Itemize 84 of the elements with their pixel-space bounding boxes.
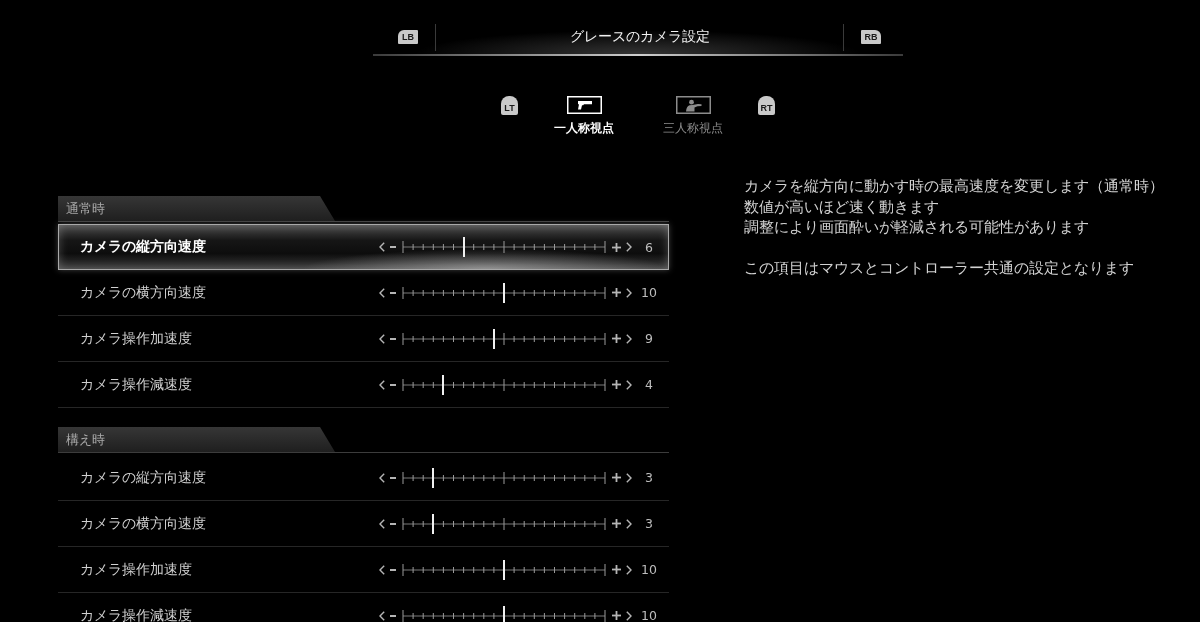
description-text: この項目はマウスとコントローラー共通の設定となります — [744, 258, 1135, 279]
plus-icon — [612, 519, 621, 528]
slider-thumb[interactable] — [442, 374, 445, 395]
chevron-right-icon — [626, 287, 632, 298]
slider-track[interactable] — [402, 559, 606, 580]
view-tab[interactable]: 三人称視点 — [658, 96, 728, 135]
setting-value: 3 — [644, 470, 654, 485]
setting-row[interactable]: カメラの縦方向速度 6 — [58, 224, 669, 270]
slider-track[interactable] — [402, 237, 606, 257]
chevron-left-icon — [379, 610, 385, 621]
setting-label: カメラの縦方向速度 — [80, 468, 207, 487]
chevron-right-icon — [626, 242, 632, 252]
slider-thumb[interactable] — [492, 328, 495, 349]
plus-icon — [612, 288, 621, 297]
setting-value: 3 — [644, 516, 654, 531]
slider-thumb[interactable] — [432, 467, 435, 488]
plus-icon — [612, 565, 621, 574]
slider-track[interactable] — [402, 467, 606, 488]
setting-value: 10 — [640, 562, 658, 577]
slider-track[interactable] — [402, 282, 606, 303]
setting-label: カメラの縦方向速度 — [80, 238, 207, 256]
slider-thumb[interactable] — [432, 513, 435, 534]
controller-button-hint: RB — [861, 30, 881, 44]
setting-row[interactable]: カメラ操作減速度 10 — [58, 593, 669, 622]
slider-thumb[interactable] — [462, 237, 465, 257]
chevron-right-icon — [626, 379, 632, 390]
chevron-right-icon — [626, 610, 632, 621]
setting-label: カメラの横方向速度 — [80, 283, 207, 302]
setting-row[interactable]: カメラの縦方向速度 3 — [58, 455, 669, 501]
setting-label: カメラ操作減速度 — [80, 375, 193, 394]
view-tab[interactable]: 一人称視点 — [549, 96, 619, 135]
chevron-left-icon — [379, 379, 385, 390]
description-text: 調整により画面酔いが軽減される可能性があります — [744, 217, 1090, 238]
slider-track[interactable] — [402, 374, 606, 395]
controller-button-hint: LT — [501, 96, 518, 115]
setting-label: カメラ操作減速度 — [80, 606, 193, 622]
chevron-right-icon — [626, 564, 632, 575]
setting-row[interactable]: カメラ操作加速度 10 — [58, 547, 669, 593]
minus-icon — [390, 337, 396, 340]
setting-row[interactable]: カメラの横方向速度 3 — [58, 501, 669, 547]
minus-icon — [390, 291, 396, 294]
chevron-left-icon — [379, 242, 385, 252]
chevron-right-icon — [626, 333, 632, 344]
plus-icon — [612, 473, 621, 482]
setting-row[interactable]: カメラ操作減速度 4 — [58, 362, 669, 408]
description-text: カメラを縦方向に動かす時の最高速度を変更します（通常時） — [744, 176, 1164, 197]
setting-label: カメラ操作加速度 — [80, 560, 193, 579]
plus-icon — [612, 611, 621, 620]
setting-value: 4 — [644, 377, 654, 392]
setting-row[interactable]: カメラ操作加速度 9 — [58, 316, 669, 362]
person-aiming-icon — [675, 96, 711, 114]
minus-icon — [390, 383, 396, 386]
setting-value: 10 — [640, 285, 658, 300]
setting-value: 9 — [644, 331, 654, 346]
plus-icon — [612, 242, 621, 252]
chevron-right-icon — [626, 472, 632, 483]
slider-track[interactable] — [402, 513, 606, 534]
chevron-left-icon — [379, 287, 385, 298]
chevron-left-icon — [379, 472, 385, 483]
setting-value: 6 — [644, 239, 654, 255]
minus-icon — [390, 614, 396, 617]
setting-value: 10 — [640, 608, 658, 622]
minus-icon — [390, 522, 396, 525]
section-header: 構え時 — [58, 427, 335, 452]
controller-button-hint: LB — [398, 30, 418, 44]
setting-label: カメラ操作加速度 — [80, 329, 193, 348]
plus-icon — [612, 380, 621, 389]
section-header: 通常時 — [58, 196, 335, 221]
pistol-icon — [566, 96, 602, 114]
setting-row[interactable]: カメラの横方向速度 10 — [58, 270, 669, 316]
description-text: 数値が高いほど速く動きます — [744, 196, 940, 217]
minus-icon — [390, 568, 396, 571]
minus-icon — [390, 246, 396, 248]
chevron-left-icon — [379, 333, 385, 344]
minus-icon — [390, 476, 396, 479]
plus-icon — [612, 334, 621, 343]
chevron-left-icon — [379, 518, 385, 529]
chevron-right-icon — [626, 518, 632, 529]
screen-title: グレースのカメラ設定 — [568, 28, 711, 46]
slider-track[interactable] — [402, 605, 606, 622]
controller-button-hint: RT — [758, 96, 775, 115]
slider-track[interactable] — [402, 328, 606, 349]
chevron-left-icon — [379, 564, 385, 575]
setting-label: カメラの横方向速度 — [80, 514, 207, 533]
